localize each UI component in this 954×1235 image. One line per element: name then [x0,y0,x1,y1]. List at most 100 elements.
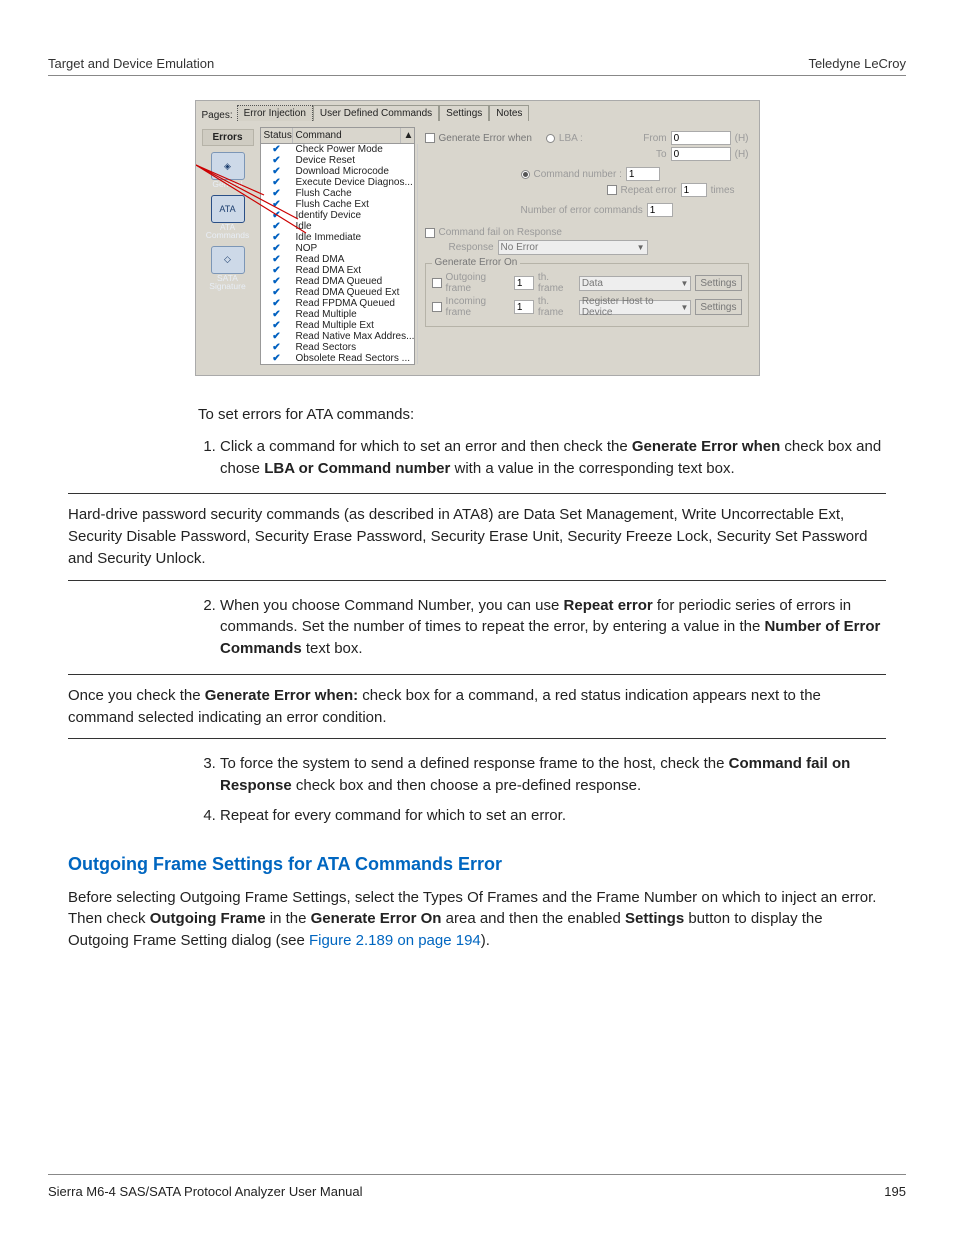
tab-error-injection[interactable]: Error Injection [237,105,313,121]
repeat-error-input[interactable] [681,183,707,197]
sata-icon: ◇ [211,246,245,274]
command-number-input[interactable] [626,167,660,181]
command-row[interactable]: ✔Check Power Mode [261,144,418,155]
footer-page: 195 [884,1184,906,1199]
command-row[interactable]: ✔Read Multiple Ext [261,320,418,331]
incoming-frame-value: Register Host to Device [582,296,681,318]
command-row[interactable]: ✔NOP [261,243,418,254]
outgoing-settings-button[interactable]: Settings [695,275,741,291]
status-check-icon: ✔ [261,320,293,331]
command-row[interactable]: ✔Flush Cache Ext [261,199,418,210]
command-row[interactable]: ✔Read DMA [261,254,418,265]
outgoing-frame-num[interactable] [514,276,534,290]
chevron-down-icon: ▼ [637,243,645,252]
status-check-icon: ✔ [261,276,293,287]
sidebar-item-ata[interactable]: ATA ATA Commands [206,193,250,240]
step-2: When you choose Command Number, you can … [220,595,886,660]
step-1: Click a command for which to set an erro… [220,436,886,480]
command-name: Read Sectors [293,342,418,353]
section-heading: Outgoing Frame Settings for ATA Commands… [68,851,886,877]
command-fail-response-checkbox[interactable] [425,228,435,238]
command-name: Read Native Max Addres... [293,331,418,342]
pages-label: Pages: [202,110,237,121]
command-row[interactable]: ✔Read Native Max Addres... [261,331,418,342]
error-sidebar: Errors ◈ General ATA ATA Commands ◇ SATA… [202,127,254,365]
incoming-settings-button[interactable]: Settings [695,299,741,315]
command-name: Execute Device Diagnos... [293,177,418,188]
command-name: Read Multiple Ext [293,320,418,331]
status-check-icon: ✔ [261,221,293,232]
status-check-icon: ✔ [261,166,293,177]
tab-settings[interactable]: Settings [439,105,489,121]
command-row[interactable]: ✔Idle [261,221,418,232]
command-row[interactable]: ✔Read DMA Queued [261,276,418,287]
repeat-error-checkbox[interactable] [607,185,617,195]
chevron-down-icon: ▼ [680,279,688,288]
tab-user-defined[interactable]: User Defined Commands [313,105,439,121]
command-row[interactable]: ✔Idle Immediate [261,232,418,243]
sidebar-caption: SATA Signature [206,274,250,291]
outgoing-frame-checkbox[interactable] [432,278,442,288]
sidebar-item-general[interactable]: ◈ General [206,150,250,189]
command-name: Flush Cache [293,188,418,199]
repeat-error-label: Repeat error [621,185,677,196]
status-check-icon: ✔ [261,287,293,298]
status-check-icon: ✔ [261,342,293,353]
col-command[interactable]: Command [293,128,400,143]
group-title: Generate Error On [432,257,521,268]
col-status[interactable]: Status [261,128,293,143]
command-row[interactable]: ✔Identify Device [261,210,418,221]
command-name: NOP [293,243,418,254]
scroll-up-icon[interactable]: ▲ [400,128,414,143]
num-error-label: Number of error commands [521,205,643,216]
command-row[interactable]: ✔Read Sectors [261,342,418,353]
incoming-frame-label: Incoming frame [446,296,510,318]
command-row[interactable]: ✔Device Reset [261,155,418,166]
command-row[interactable]: ✔Flush Cache [261,188,418,199]
step-4: Repeat for every command for which to se… [220,805,886,827]
command-name: Read DMA Queued [293,276,418,287]
status-check-icon: ✔ [261,188,293,199]
tab-notes[interactable]: Notes [489,105,529,121]
th-frame-label: th. frame [538,296,575,318]
command-name: Idle [293,221,418,232]
incoming-frame-num[interactable] [514,300,534,314]
command-row[interactable]: ✔Obsolete Read Sectors ... [261,353,418,364]
lba-radio[interactable] [546,134,555,143]
response-value: No Error [501,242,539,253]
outgoing-frame-value: Data [582,278,603,289]
sidebar-item-sata[interactable]: ◇ SATA Signature [206,244,250,291]
outgoing-frame-select[interactable]: Data ▼ [579,276,692,291]
response-label: Response [449,242,494,253]
command-row[interactable]: ✔Read DMA Ext [261,265,418,276]
status-check-icon: ✔ [261,265,293,276]
error-injection-panel-screenshot: Pages: Error Injection User Defined Comm… [195,100,760,376]
command-number-radio[interactable] [521,170,530,179]
note-1: Hard-drive password security commands (a… [68,493,886,580]
outgoing-frame-label: Outgoing frame [446,272,510,294]
command-name: Read FPDMA Queued [293,298,418,309]
generate-error-when-label: Generate Error when [439,133,532,144]
from-input[interactable] [671,131,731,145]
command-row[interactable]: ✔Read DMA Queued Ext [261,287,418,298]
command-row[interactable]: ✔Read FPDMA Queued [261,298,418,309]
to-label: To [656,149,667,160]
command-name: Read Multiple [293,309,418,320]
scrollbar[interactable] [417,144,418,364]
command-row[interactable]: ✔Read Multiple [261,309,418,320]
sidebar-caption: ATA Commands [206,223,250,240]
figure-link[interactable]: Figure 2.189 on page 194 [309,932,481,949]
generate-error-on-group: Generate Error On Outgoing frame th. fra… [425,263,749,327]
status-check-icon: ✔ [261,199,293,210]
command-name: Obsolete Read Sectors ... [293,353,418,364]
response-select[interactable]: No Error ▼ [498,240,648,255]
status-check-icon: ✔ [261,309,293,320]
incoming-frame-select[interactable]: Register Host to Device ▼ [579,300,692,315]
command-name: Download Microcode [293,166,418,177]
to-input[interactable] [671,147,731,161]
command-row[interactable]: ✔Execute Device Diagnos... [261,177,418,188]
incoming-frame-checkbox[interactable] [432,302,442,312]
command-row[interactable]: ✔Download Microcode [261,166,418,177]
generate-error-when-checkbox[interactable] [425,133,435,143]
num-error-input[interactable] [647,203,673,217]
